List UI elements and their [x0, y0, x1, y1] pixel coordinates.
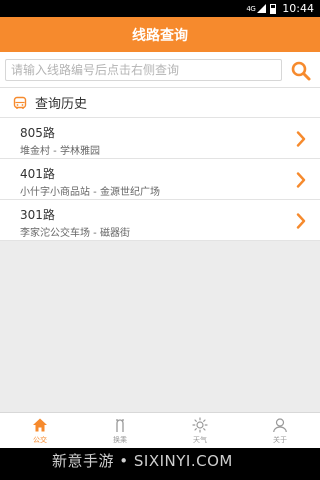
watermark: 新意手游 • SIXINYI.COM — [52, 452, 233, 470]
chevron-right-icon — [296, 131, 306, 147]
page-title: 线路查询 — [132, 27, 188, 44]
history-item[interactable]: 805路 堆金村 - 学林雅园 — [0, 118, 320, 159]
title-bar: 线路查询 — [0, 17, 320, 52]
signal-type: 4G — [246, 4, 256, 13]
tab-transfer[interactable]: 换乘 — [80, 413, 160, 448]
search-icon[interactable] — [290, 60, 312, 82]
route-search-input[interactable] — [5, 59, 282, 81]
tab-weather[interactable]: 天气 — [160, 413, 240, 448]
sun-icon — [192, 416, 208, 433]
tab-label: 关于 — [273, 435, 287, 444]
history-item[interactable]: 401路 小什字小商品站 - 金源世纪广场 — [0, 159, 320, 200]
bus-icon — [13, 96, 27, 109]
history-title: 查询历史 — [35, 97, 88, 112]
tab-label: 换乘 — [113, 435, 127, 444]
home-icon — [33, 418, 47, 431]
tab-label: 天气 — [193, 435, 207, 444]
history-header: 查询历史 — [0, 88, 320, 118]
search-bar — [0, 52, 320, 88]
route-name: 301路 — [20, 208, 55, 222]
history-list: 805路 堆金村 - 学林雅园 401路 小什字小商品站 - 金源世纪广场 30… — [0, 118, 320, 241]
route-stops: 堆金村 - 学林雅园 — [20, 146, 100, 157]
route-name: 401路 — [20, 167, 55, 181]
battery-icon — [270, 3, 277, 14]
transfer-icon — [116, 418, 124, 432]
tab-about[interactable]: 关于 — [240, 413, 320, 448]
route-stops: 小什字小商品站 - 金源世纪广场 — [20, 187, 160, 198]
bottom-tab-bar: 公交 换乘 天气 关于 — [0, 412, 320, 448]
status-time: 10:44 — [282, 2, 314, 15]
signal-icon — [257, 4, 267, 13]
status-bar: 4G 10:44 — [0, 0, 320, 17]
chevron-right-icon — [296, 213, 306, 229]
tab-label: 公交 — [33, 435, 47, 444]
tab-bus[interactable]: 公交 — [0, 413, 80, 448]
history-item[interactable]: 301路 李家沱公交车场 - 磁器街 — [0, 200, 320, 241]
route-stops: 李家沱公交车场 - 磁器街 — [20, 228, 130, 239]
person-icon — [273, 417, 287, 432]
route-name: 805路 — [20, 126, 55, 140]
chevron-right-icon — [296, 172, 306, 188]
